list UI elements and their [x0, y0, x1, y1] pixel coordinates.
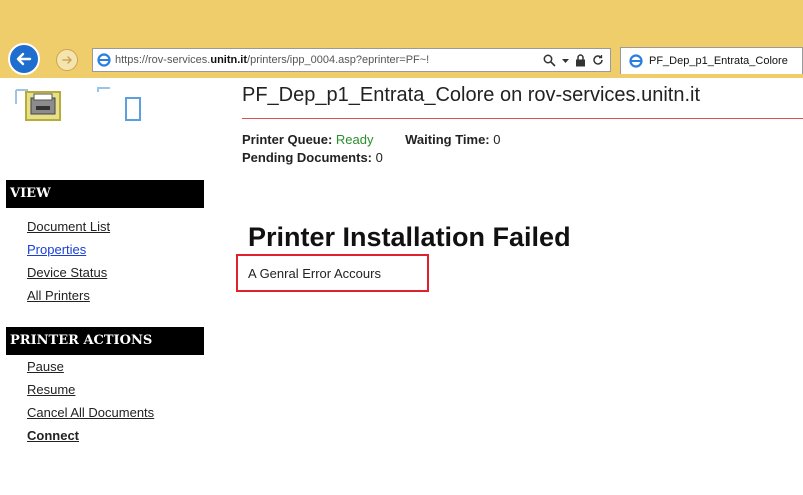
forward-arrow-icon: [62, 56, 73, 64]
forward-button[interactable]: [56, 49, 78, 71]
device-status-link[interactable]: Device Status: [27, 261, 110, 284]
address-bar[interactable]: https://rov-services.unitn.it/printers/i…: [92, 48, 611, 72]
view-section-heading: VIEW: [6, 180, 204, 208]
back-button[interactable]: [8, 43, 40, 75]
ie-tab-icon: [629, 54, 643, 68]
pending-documents-label: Pending Documents:: [242, 150, 373, 165]
printer-status: Printer Queue: Ready Waiting Time: 0 Pen…: [242, 131, 500, 167]
waiting-time-value: 0: [493, 132, 501, 147]
queue-status: Ready: [335, 132, 374, 147]
dropdown-icon[interactable]: [562, 57, 569, 64]
printer-logo: [15, 87, 141, 121]
all-printers-link[interactable]: All Printers: [27, 284, 110, 307]
properties-link[interactable]: Properties: [27, 238, 110, 261]
page-content: PF_Dep_p1_Entrata_Colore on rov-services…: [0, 78, 803, 495]
document-list-link[interactable]: Document List: [27, 215, 110, 238]
error-message-box: A Genral Error Accours: [236, 254, 429, 292]
search-icon[interactable]: [543, 54, 556, 67]
pause-link[interactable]: Pause: [27, 355, 154, 378]
printer-actions-menu: Pause Resume Cancel All Documents Connec…: [27, 355, 154, 447]
view-menu: Document List Properties Device Status A…: [27, 215, 110, 307]
cancel-all-documents-link[interactable]: Cancel All Documents: [27, 401, 154, 424]
waiting-time-label: Waiting Time:: [405, 132, 490, 147]
header-divider: [242, 118, 803, 119]
error-heading: Printer Installation Failed: [248, 222, 571, 252]
resume-link[interactable]: Resume: [27, 378, 154, 401]
page-title: PF_Dep_p1_Entrata_Colore on rov-services…: [242, 84, 701, 106]
browser-toolbar: https://rov-services.unitn.it/printers/i…: [0, 40, 803, 78]
ie-page-icon: [97, 53, 111, 67]
tab-title: PF_Dep_p1_Entrata_Colore: [649, 55, 788, 67]
refresh-icon[interactable]: [592, 54, 604, 66]
address-url: https://rov-services.unitn.it/printers/i…: [115, 54, 430, 66]
error-message: A Genral Error Accours: [248, 265, 381, 281]
browser-titlebar: [0, 0, 803, 40]
back-arrow-icon: [16, 52, 32, 66]
pending-documents-value: 0: [375, 150, 383, 165]
lock-icon[interactable]: [575, 53, 586, 67]
connect-link[interactable]: Connect: [27, 424, 154, 447]
queue-label: Printer Queue:: [242, 132, 333, 147]
printer-actions-heading: PRINTER ACTIONS: [6, 327, 204, 355]
browser-tab[interactable]: PF_Dep_p1_Entrata_Colore: [620, 47, 803, 74]
